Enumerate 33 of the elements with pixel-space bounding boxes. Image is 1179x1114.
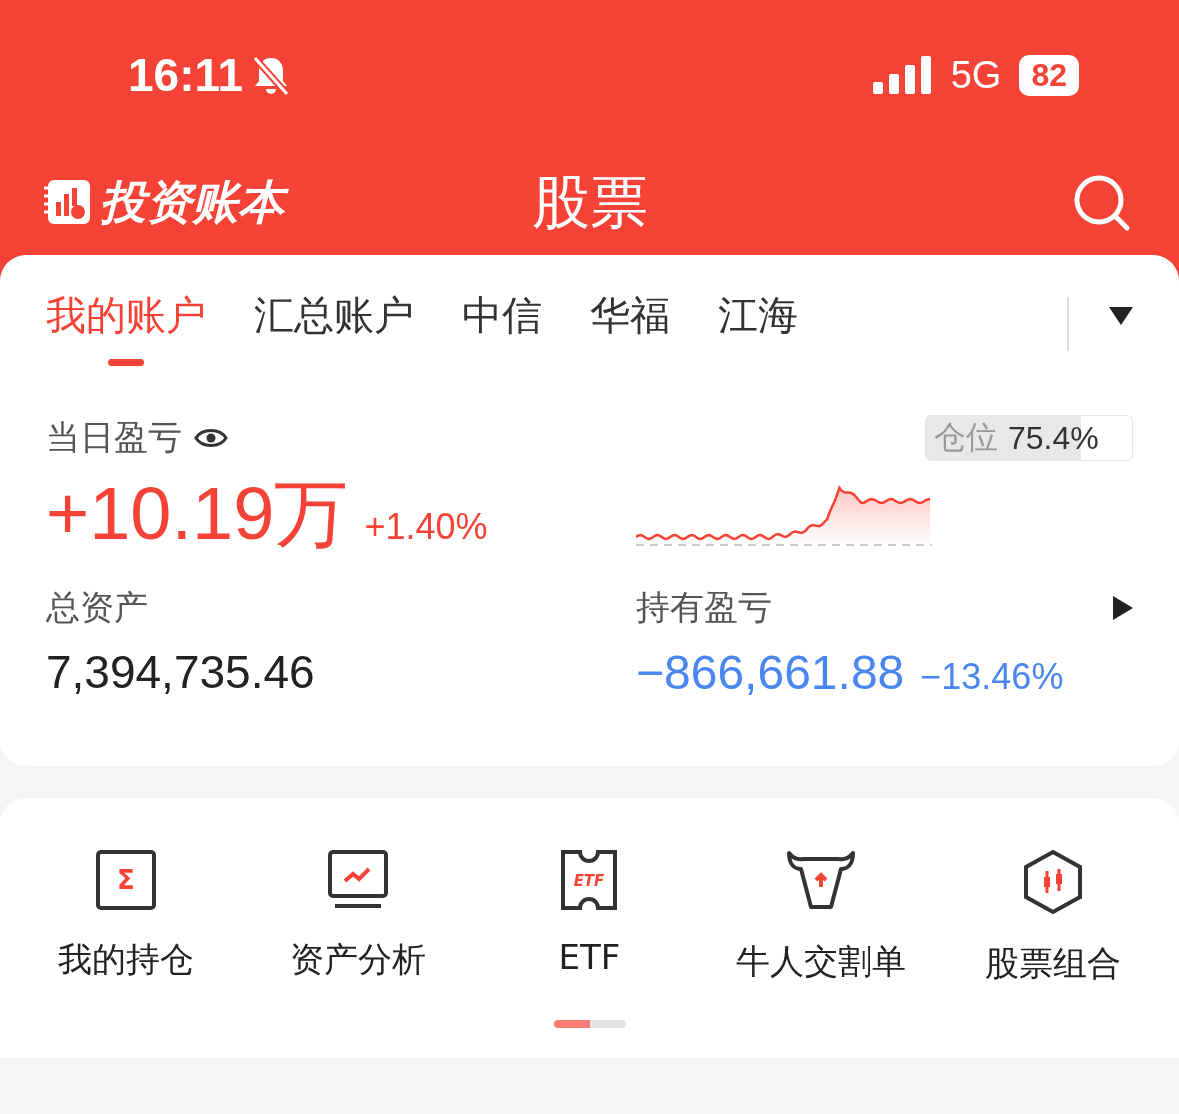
page-title: 股票 [531,166,648,238]
dropdown-caret-icon[interactable] [1109,307,1133,325]
search-icon[interactable] [1073,173,1131,232]
total-assets-label: 总资产 [46,586,148,629]
daily-pnl-percent: +1.40% [364,506,488,548]
app-logo-text: 投资账本 [100,172,296,233]
account-tab[interactable]: 华福 [590,288,670,366]
shortcut-item[interactable]: 资产分析 [241,848,474,988]
account-tab[interactable]: 我的账户 [46,288,206,366]
signal-icon [872,56,933,94]
candlestick-hexagon-icon [1022,849,1085,915]
position-value: 75.4% [1008,419,1099,457]
play-arrow-icon[interactable] [1113,596,1133,620]
position-label: 仓位 [934,417,998,458]
total-assets-value: 7,394,735.46 [46,645,316,699]
chart-monitor-icon [326,849,389,911]
shortcut-item[interactable]: 牛人交割单 [705,848,938,988]
account-tab[interactable]: 中信 [462,288,542,366]
account-tab[interactable]: 江海 [718,288,798,366]
network-label: 5G [950,53,1002,97]
holding-pnl-label: 持有盈亏 [636,586,772,629]
status-time: 16:11 [128,48,244,102]
shortcut-item[interactable]: 股票组合 [937,848,1169,988]
shortcut-item[interactable]: ETF ETF [473,848,706,988]
battery-level: 82 [1019,54,1079,96]
holding-pnl-percent: −13.46% [920,656,1064,698]
daily-pnl-value: +10.19万 [46,471,349,557]
ledger-chart-icon [44,180,90,225]
daily-pnl-label: 当日盈亏 [46,416,182,459]
sigma-icon: Σ [94,849,157,911]
holding-pnl-value: −866,661.88 [636,645,905,700]
shortcut-item[interactable]: Σ 我的持仓 [10,848,242,988]
account-tab[interactable]: 汇总账户 [254,288,414,366]
